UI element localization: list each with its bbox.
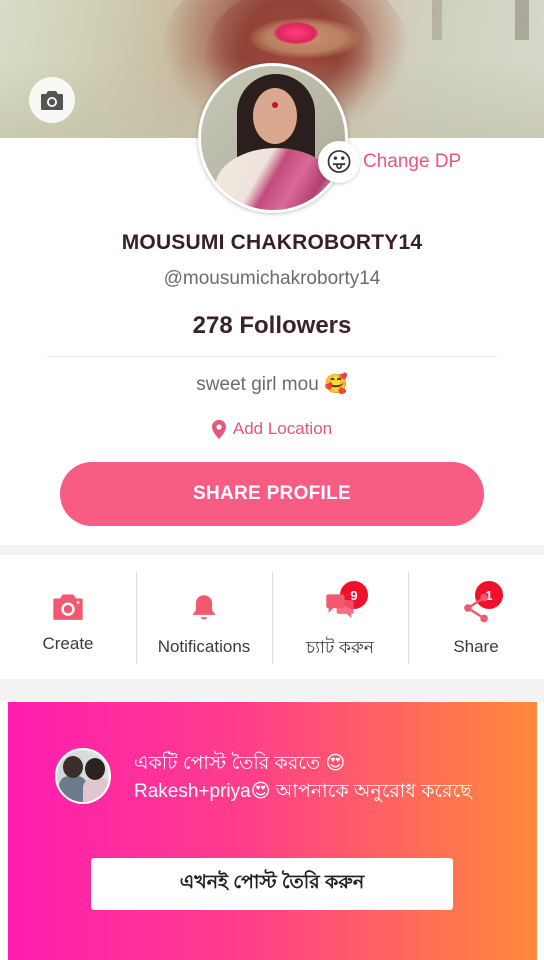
followers-count[interactable]: 278 Followers xyxy=(0,312,544,340)
share-label: Share xyxy=(453,637,499,656)
add-location-link[interactable]: Add Location xyxy=(0,419,544,439)
profile-avatar[interactable] xyxy=(198,63,348,213)
post-request-card: একটি পোস্ট তৈরি করতে 😍 Rakesh+priya😍 আপন… xyxy=(8,702,537,960)
change-dp-button[interactable]: 😛 Change DP xyxy=(318,141,461,183)
create-label: Create xyxy=(42,634,94,653)
change-dp-label: Change DP xyxy=(363,151,462,172)
camera-icon xyxy=(41,91,63,110)
action-bar: Create 9 Notifications 1 চ্যাট করুন Shar… xyxy=(0,555,544,679)
profile-name: MOUSUMI CHAKROBORTY14 xyxy=(121,231,423,254)
profile-bio: sweet girl mou 🥰 xyxy=(196,374,348,395)
post-request-line2: Rakesh+priya😍 আপনাকে অনুরোধ করেছে xyxy=(134,781,472,802)
location-pin-icon xyxy=(211,419,226,439)
add-location-label: Add Location xyxy=(232,419,333,438)
section-separator xyxy=(0,545,544,555)
post-request-message: একটি পোস্ট তৈরি করতে 😍 Rakesh+priya😍 আপন… xyxy=(134,750,474,806)
requester-avatar[interactable] xyxy=(55,748,111,804)
share-profile-button[interactable]: SHARE PROFILE xyxy=(60,462,484,526)
chat-icon xyxy=(326,594,354,619)
profile-handle: @mousumichakroborty14 xyxy=(163,268,381,289)
chat-button[interactable]: 1 চ্যাট করুন xyxy=(272,555,505,679)
create-post-now-button[interactable]: এখনই পোস্ট তৈরি করুন xyxy=(91,858,453,910)
divider xyxy=(47,356,497,357)
create-button[interactable]: Create xyxy=(0,555,136,679)
share-button[interactable]: Share xyxy=(408,555,544,679)
change-cover-button[interactable] xyxy=(29,77,75,123)
section-separator xyxy=(0,679,544,701)
notifications-label: Notifications xyxy=(157,637,251,656)
share-icon xyxy=(464,593,488,623)
tongue-emoji-icon: 😛 xyxy=(318,141,360,183)
notifications-button[interactable]: 9 Notifications xyxy=(136,555,370,679)
chat-label: চ্যাট করুন xyxy=(305,638,375,657)
bell-icon xyxy=(192,595,216,620)
post-request-line1: একটি পোস্ট তৈরি করতে 😍 xyxy=(134,753,346,774)
camera-icon xyxy=(53,594,83,620)
